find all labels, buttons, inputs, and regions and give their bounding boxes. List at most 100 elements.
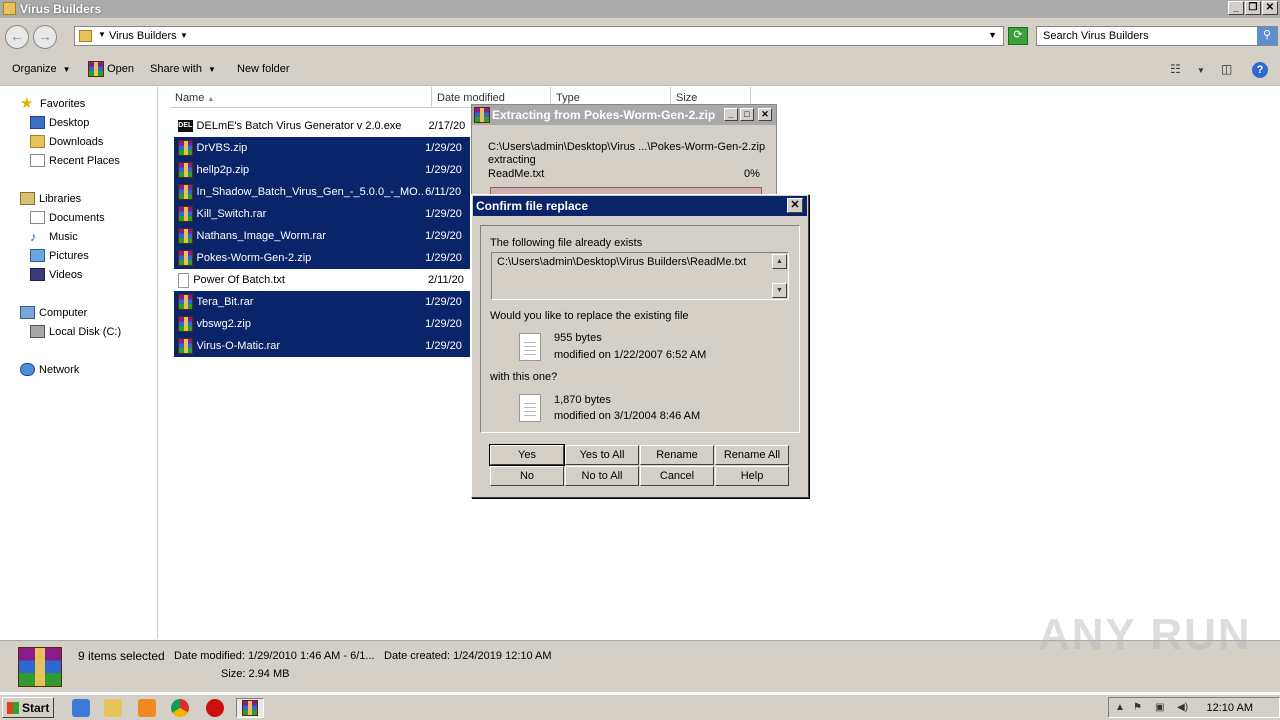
breadcrumb-virus-builders[interactable]: Virus Builders bbox=[109, 30, 177, 42]
file-row[interactable]: vbswg2.zip 1/29/20 bbox=[174, 313, 470, 335]
clock: 12:10 AM bbox=[1206, 702, 1253, 714]
internet-explorer-icon[interactable] bbox=[72, 699, 90, 717]
rename-button[interactable]: Rename bbox=[640, 445, 714, 465]
network-icon bbox=[20, 363, 35, 376]
scroll-up-icon[interactable]: ▲ bbox=[772, 254, 787, 269]
file-name: Nathans_Image_Worm.rar bbox=[196, 230, 326, 242]
yes-button[interactable]: Yes bbox=[489, 444, 565, 466]
view-options-icon[interactable]: ☷ bbox=[1170, 62, 1181, 76]
search-input[interactable]: Search Virus Builders ⚲ bbox=[1036, 26, 1278, 46]
nav-favorites[interactable]: ★ Favorites bbox=[20, 96, 85, 111]
column-header-name[interactable]: Name ▲ bbox=[170, 87, 432, 108]
winrar-task-button[interactable] bbox=[236, 698, 264, 718]
no-button[interactable]: No bbox=[490, 466, 564, 486]
file-date: 1/29/20 bbox=[425, 318, 462, 330]
archive-path: C:\Users\admin\Desktop\Virus ...\Pokes-W… bbox=[488, 141, 766, 153]
file-row[interactable]: Power Of Batch.txt 2/11/20 bbox=[174, 269, 474, 291]
extract-close-button[interactable]: ✕ bbox=[758, 108, 772, 121]
rename-all-button[interactable]: Rename All bbox=[715, 445, 789, 465]
start-label: Start bbox=[22, 701, 50, 715]
file-date: 1/29/20 bbox=[425, 230, 462, 242]
help-button[interactable]: Help bbox=[715, 466, 789, 486]
nav-documents[interactable]: Documents bbox=[30, 211, 105, 224]
close-icon[interactable]: ✕ bbox=[787, 198, 803, 213]
extract-maximize-button[interactable]: □ bbox=[740, 108, 754, 121]
exists-label: The following file already exists bbox=[490, 237, 643, 249]
volume-icon[interactable]: ◀) bbox=[1177, 702, 1189, 714]
window-titlebar: Virus Builders _ ❐ ✕ bbox=[0, 0, 1280, 18]
total-size: Size: 2.94 MB bbox=[221, 668, 290, 680]
chevron-down-icon: ▼ bbox=[62, 65, 71, 74]
existing-modified: modified on 1/22/2007 6:52 AM bbox=[554, 349, 707, 361]
file-name: hellp2p.zip bbox=[196, 164, 250, 176]
disk-icon bbox=[30, 325, 45, 338]
extract-current-file: ReadMe.txt bbox=[488, 168, 545, 180]
minimize-button[interactable]: _ bbox=[1228, 1, 1244, 15]
restore-button[interactable]: ❐ bbox=[1245, 1, 1261, 15]
column-size-label: Size bbox=[676, 92, 698, 104]
back-button[interactable]: ← bbox=[5, 25, 29, 49]
nav-local-disk[interactable]: Local Disk (C:) bbox=[30, 325, 121, 338]
file-row[interactable]: Kill_Switch.rar 1/29/20 bbox=[174, 203, 470, 225]
file-row[interactable]: In_Shadow_Batch_Virus_Gen_-_5.0.0_-_MO..… bbox=[174, 181, 470, 203]
file-row[interactable]: Virus-O-Matic.rar 1/29/20 bbox=[174, 335, 470, 357]
open-button[interactable]: Open bbox=[88, 61, 134, 77]
cancel-button[interactable]: Cancel bbox=[640, 466, 714, 486]
file-name: Virus-O-Matic.rar bbox=[196, 340, 281, 352]
file-row[interactable]: Nathans_Image_Worm.rar 1/29/20 bbox=[174, 225, 470, 247]
winrar-icon bbox=[178, 228, 193, 244]
nav-music[interactable]: ♪ Music bbox=[30, 230, 78, 243]
action-center-flag-icon[interactable]: ⚑ bbox=[1133, 702, 1145, 714]
preview-pane-icon[interactable]: ◫ bbox=[1221, 62, 1232, 76]
search-placeholder: Search Virus Builders bbox=[1043, 30, 1149, 42]
media-player-icon[interactable] bbox=[138, 699, 156, 717]
nav-network[interactable]: Network bbox=[20, 363, 79, 376]
new-folder-button[interactable]: New folder bbox=[237, 63, 290, 75]
extraction-dialog: Extracting from Pokes-Worm-Gen-2.zip _ □… bbox=[471, 104, 777, 204]
nav-documents-label: Documents bbox=[49, 211, 105, 224]
yes-to-all-button[interactable]: Yes to All bbox=[565, 445, 639, 465]
file-row[interactable]: Tera_Bit.rar 1/29/20 bbox=[174, 291, 470, 313]
nav-downloads[interactable]: Downloads bbox=[30, 135, 103, 148]
anyrun-watermark: ANY RUN bbox=[1038, 610, 1252, 659]
opera-icon[interactable] bbox=[206, 699, 224, 717]
network-tray-icon[interactable]: ▣ bbox=[1155, 702, 1167, 714]
show-hidden-icons-icon[interactable]: ▲ bbox=[1115, 702, 1127, 714]
address-field[interactable]: ▼ Virus Builders ▼ ▼ bbox=[74, 26, 1004, 46]
date-created: Date created: 1/24/2019 12:10 AM bbox=[384, 650, 552, 662]
existing-path-box[interactable]: C:\Users\admin\Desktop\Virus Builders\Re… bbox=[491, 252, 789, 300]
forward-button[interactable]: → bbox=[33, 25, 57, 49]
nav-videos[interactable]: Videos bbox=[30, 268, 82, 281]
help-icon[interactable]: ? bbox=[1252, 62, 1268, 78]
extract-minimize-button[interactable]: _ bbox=[724, 108, 738, 121]
recent-places-icon bbox=[30, 154, 45, 167]
nav-recent-places[interactable]: Recent Places bbox=[30, 154, 120, 167]
address-dropdown-icon[interactable]: ▼ bbox=[988, 30, 997, 40]
file-row[interactable]: hellp2p.zip 1/29/20 bbox=[174, 159, 470, 181]
organize-button[interactable]: Organize ▼ bbox=[12, 63, 71, 75]
nav-pictures[interactable]: Pictures bbox=[30, 249, 89, 262]
file-row[interactable]: Pokes-Worm-Gen-2.zip 1/29/20 bbox=[174, 247, 470, 269]
breadcrumb-chevron-icon[interactable]: ▼ bbox=[98, 30, 106, 39]
nav-computer[interactable]: Computer bbox=[20, 306, 87, 319]
file-row[interactable]: DrVBS.zip 1/29/20 bbox=[174, 137, 470, 159]
scroll-down-icon[interactable]: ▼ bbox=[772, 283, 787, 298]
nav-desktop[interactable]: Desktop bbox=[30, 116, 89, 129]
winrar-icon bbox=[474, 107, 490, 123]
chrome-icon[interactable] bbox=[171, 699, 189, 717]
view-dropdown-icon[interactable]: ▼ bbox=[1197, 66, 1205, 75]
winrar-icon bbox=[178, 250, 193, 266]
no-to-all-button[interactable]: No to All bbox=[565, 466, 639, 486]
refresh-icon[interactable]: ⟳ bbox=[1008, 27, 1028, 45]
navigation-pane: ★ Favorites Desktop Downloads Recent Plac… bbox=[0, 87, 158, 639]
file-row[interactable]: DEL DELmE's Batch Virus Generator v 2.0.e… bbox=[174, 115, 474, 137]
search-icon[interactable]: ⚲ bbox=[1257, 27, 1277, 45]
breadcrumb-chevron-icon[interactable]: ▼ bbox=[180, 31, 188, 40]
start-button[interactable]: Start bbox=[2, 697, 54, 718]
close-button[interactable]: ✕ bbox=[1262, 1, 1278, 15]
explorer-icon[interactable] bbox=[104, 699, 122, 717]
share-with-button[interactable]: Share with ▼ bbox=[150, 63, 216, 75]
taskbar: Start ▲ ⚑ ▣ ◀) 12:10 AM bbox=[0, 694, 1280, 720]
music-icon: ♪ bbox=[30, 229, 37, 244]
nav-libraries[interactable]: Libraries bbox=[20, 192, 81, 205]
